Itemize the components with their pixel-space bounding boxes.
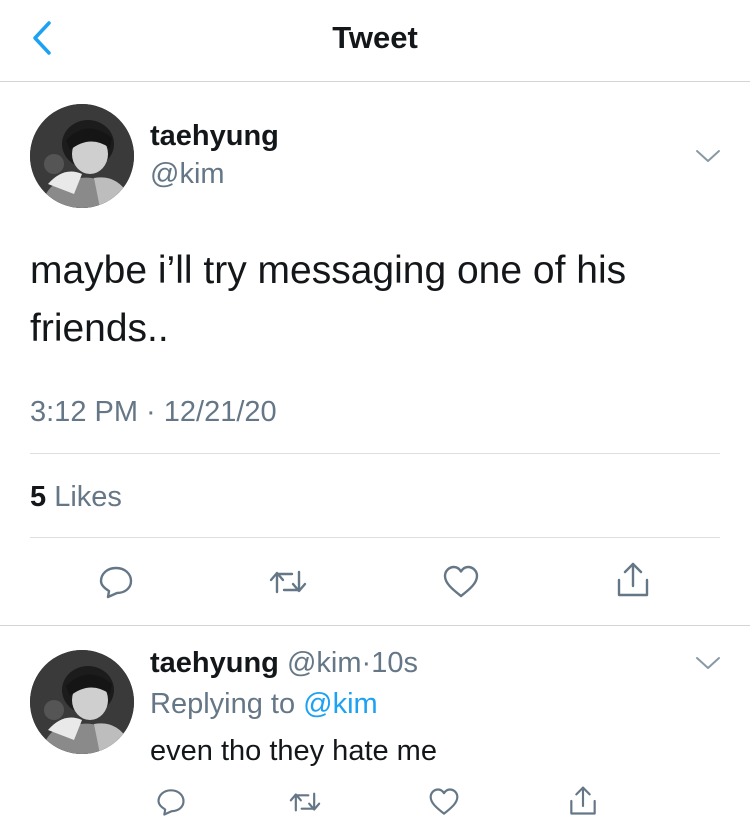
tweet-timestamp: 3:12 PM · 12/21/20 [30, 396, 277, 428]
reply-text: even tho they hate me [150, 735, 437, 767]
display-name[interactable]: taehyung [150, 120, 279, 153]
share-button[interactable] [611, 558, 655, 602]
avatar[interactable] [30, 104, 134, 208]
share-icon [570, 786, 596, 815]
replying-to-line: Replying to @kim [150, 688, 378, 721]
reply-header: taehyung @kim·10s [150, 647, 418, 680]
more-options-button[interactable] [694, 146, 722, 166]
reply-like-button[interactable] [426, 784, 462, 820]
top-bar: Tweet [0, 0, 750, 82]
reply-time: 10s [371, 647, 418, 679]
reply-more-options-button[interactable] [694, 653, 722, 673]
reply-separator: · [361, 647, 372, 679]
like-button[interactable] [439, 560, 483, 604]
likes-label: Likes [54, 481, 122, 513]
chevron-down-icon [696, 657, 720, 669]
retweet-icon [289, 792, 321, 812]
divider [0, 625, 750, 626]
chevron-down-icon [696, 150, 720, 162]
reply-comment-button[interactable] [153, 784, 189, 820]
divider [30, 453, 720, 454]
replying-to-link[interactable]: @kim [303, 688, 378, 720]
reply-retweet-button[interactable] [287, 784, 323, 820]
page-title: Tweet [332, 20, 418, 55]
retweet-button[interactable] [266, 560, 310, 604]
comment-icon [99, 566, 133, 599]
username-handle[interactable]: @kim [150, 158, 225, 191]
reply-username-handle[interactable]: @kim [287, 647, 362, 679]
avatar[interactable] [30, 650, 134, 754]
comment-icon [157, 789, 185, 816]
share-icon [617, 562, 649, 597]
divider [30, 537, 720, 538]
likes-count-link[interactable]: 5 Likes [30, 481, 122, 514]
likes-number: 5 [30, 481, 47, 513]
heart-icon [443, 565, 479, 598]
reply-button[interactable] [94, 560, 138, 604]
replying-to-label: Replying to [150, 688, 296, 720]
retweet-icon [269, 570, 307, 594]
tweet-text: maybe i’ll try messaging one of his frie… [30, 249, 627, 350]
heart-icon [429, 788, 459, 815]
reply-share-button[interactable] [565, 782, 601, 820]
reply-display-name[interactable]: taehyung [150, 647, 279, 679]
